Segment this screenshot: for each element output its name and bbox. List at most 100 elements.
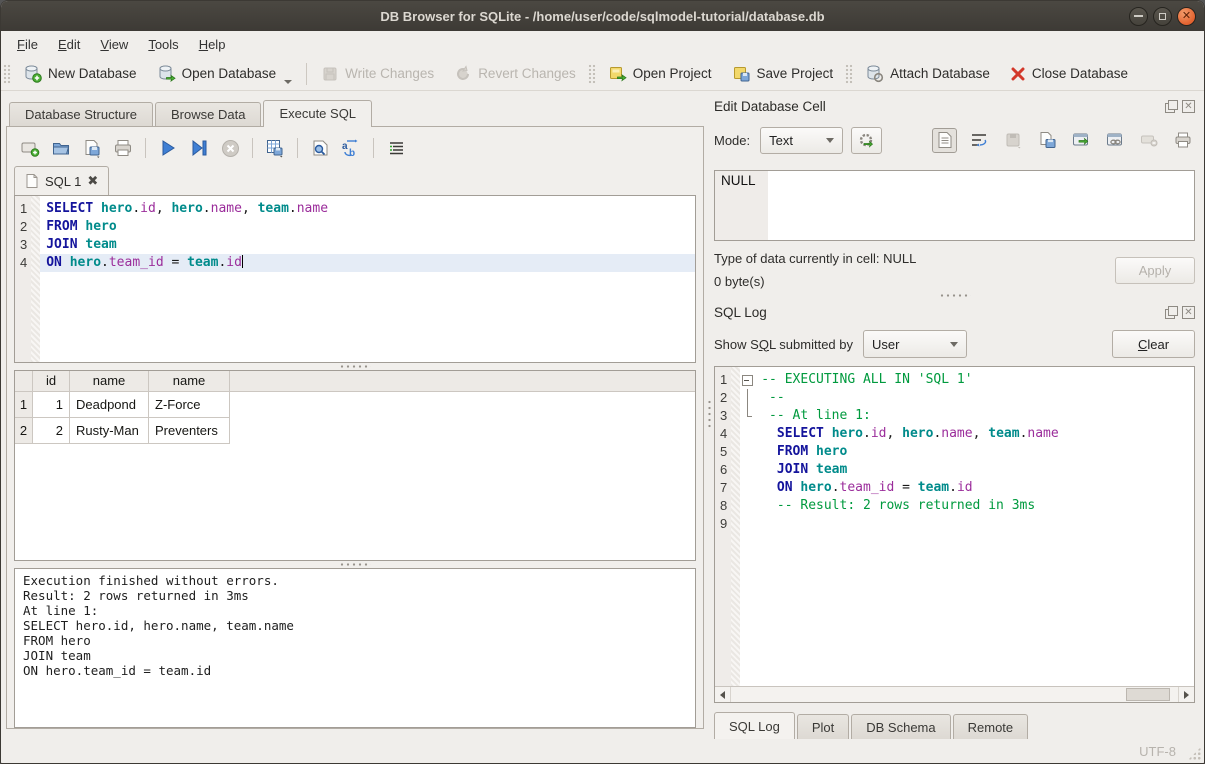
toolbar-grip[interactable] bbox=[3, 64, 11, 84]
left-pane: Database Structure Browse Data Execute S… bbox=[1, 91, 704, 739]
submitted-by-select[interactable]: User bbox=[863, 330, 967, 358]
scroll-left-arrow[interactable] bbox=[715, 687, 731, 702]
splitter-editor-results[interactable] bbox=[7, 363, 703, 370]
tab-database-structure[interactable]: Database Structure bbox=[9, 102, 153, 126]
results-col-name1[interactable]: name bbox=[70, 371, 149, 391]
sql1-tab[interactable]: SQL 1 ✖ bbox=[14, 166, 109, 195]
execute-current-line-icon[interactable] bbox=[188, 137, 210, 159]
resize-grip[interactable] bbox=[1188, 747, 1201, 760]
log-horizontal-scrollbar[interactable] bbox=[715, 686, 1194, 702]
tab-plot[interactable]: Plot bbox=[797, 714, 849, 739]
execution-message-area[interactable]: Execution finished without errors. Resul… bbox=[14, 568, 696, 728]
results-rows: 11DeadpondZ-Force22Rusty-ManPreventers bbox=[15, 392, 695, 444]
undock-log-panel-icon[interactable] bbox=[1165, 306, 1178, 319]
sql-file-icon bbox=[25, 173, 39, 189]
undock-panel-icon[interactable] bbox=[1165, 100, 1178, 113]
tab-browse-data[interactable]: Browse Data bbox=[155, 102, 261, 126]
sql-code-line[interactable]: JOIN team bbox=[40, 236, 695, 254]
main-content: Database Structure Browse Data Execute S… bbox=[1, 91, 1204, 739]
cell-value-editor[interactable]: NULL bbox=[714, 170, 1195, 241]
menu-edit[interactable]: Edit bbox=[48, 33, 90, 56]
sql-log-area[interactable]: 123456789 -- EXECUTING ALL IN 'SQL 1' --… bbox=[714, 366, 1195, 703]
scroll-right-arrow[interactable] bbox=[1178, 687, 1194, 702]
fold-marker-icon[interactable] bbox=[740, 371, 755, 389]
format-sql-icon[interactable] bbox=[385, 137, 407, 159]
minimize-button[interactable] bbox=[1129, 7, 1148, 26]
splitter-cell-log[interactable] bbox=[714, 289, 1195, 301]
execute-all-icon[interactable] bbox=[157, 137, 179, 159]
menu-help[interactable]: Help bbox=[189, 33, 236, 56]
close-database-button[interactable]: Close Database bbox=[1000, 59, 1138, 89]
splitter-results-log[interactable] bbox=[7, 561, 703, 568]
sql-code-line[interactable]: SELECT hero.id, hero.name, team.name bbox=[40, 200, 695, 218]
find-icon[interactable] bbox=[309, 137, 331, 159]
export-data-icon[interactable] bbox=[1034, 128, 1059, 153]
save-sql-file-icon[interactable] bbox=[81, 137, 103, 159]
open-database-dropdown-arrow[interactable] bbox=[284, 80, 292, 84]
open-sql-file-icon[interactable] bbox=[50, 137, 72, 159]
editor-line-numbers: 1234 bbox=[15, 196, 31, 362]
show-sql-label: Show SQL submitted by bbox=[714, 337, 853, 352]
print-icon[interactable] bbox=[112, 137, 134, 159]
sql-code-line[interactable]: ON hero.team_id = team.id bbox=[40, 254, 695, 272]
editor-code[interactable]: SELECT hero.id, hero.name, team.nameFROM… bbox=[40, 196, 695, 362]
menu-tools[interactable]: Tools bbox=[138, 33, 188, 56]
clear-log-button[interactable]: Clear bbox=[1112, 330, 1195, 358]
write-changes-button: Write Changes bbox=[311, 59, 444, 89]
table-row[interactable]: 22Rusty-ManPreventers bbox=[15, 418, 695, 444]
print-cell-icon[interactable] bbox=[1170, 128, 1195, 153]
tab-db-schema[interactable]: DB Schema bbox=[851, 714, 950, 739]
close-tab-icon[interactable]: ✖ bbox=[87, 173, 98, 189]
table-row[interactable]: 11DeadpondZ-Force bbox=[15, 392, 695, 418]
open-project-button[interactable]: Open Project bbox=[598, 59, 722, 89]
execute-sql-panel: ab SQL 1 ✖ bbox=[6, 126, 704, 729]
close-database-icon bbox=[1010, 66, 1026, 82]
scrollbar-thumb[interactable] bbox=[1126, 688, 1170, 701]
tab-remote[interactable]: Remote bbox=[953, 714, 1029, 739]
log-line bbox=[755, 515, 1194, 533]
log-fold-margin[interactable] bbox=[740, 367, 755, 686]
splitter-main-vertical[interactable] bbox=[704, 91, 714, 739]
encoding-indicator[interactable]: UTF-8 bbox=[1139, 744, 1176, 759]
word-wrap-icon[interactable] bbox=[966, 128, 991, 153]
main-tab-bar: Database Structure Browse Data Execute S… bbox=[9, 100, 704, 126]
text-mode-icon[interactable] bbox=[932, 128, 957, 153]
log-line: ON hero.team_id = team.id bbox=[755, 479, 1194, 497]
menu-view[interactable]: View bbox=[90, 33, 138, 56]
tab-execute-sql[interactable]: Execute SQL bbox=[263, 100, 372, 127]
maximize-button[interactable] bbox=[1153, 7, 1172, 26]
results-col-name2[interactable]: name bbox=[149, 371, 230, 391]
save-project-button[interactable]: Save Project bbox=[722, 59, 844, 89]
close-button[interactable]: ✕ bbox=[1177, 7, 1196, 26]
toolbar-grip[interactable] bbox=[588, 64, 596, 84]
cell-mode-row: Mode: Text bbox=[714, 125, 1195, 155]
close-log-panel-icon[interactable]: ✕ bbox=[1182, 306, 1195, 319]
svg-text:b: b bbox=[349, 148, 355, 158]
save-results-icon[interactable] bbox=[264, 137, 286, 159]
sql-editor-toolbar: ab bbox=[7, 127, 703, 165]
attach-database-button[interactable]: Attach Database bbox=[855, 59, 1000, 89]
menu-file[interactable]: File bbox=[7, 33, 48, 56]
tab-sql-log[interactable]: SQL Log bbox=[714, 712, 795, 739]
new-sql-tab-icon[interactable] bbox=[19, 137, 41, 159]
find-replace-icon[interactable]: ab bbox=[340, 137, 362, 159]
auto-switch-mode-button[interactable] bbox=[851, 127, 882, 154]
log-line: -- EXECUTING ALL IN 'SQL 1' bbox=[755, 371, 1194, 389]
mode-select[interactable]: Text bbox=[760, 127, 843, 154]
sql-code-line[interactable]: FROM hero bbox=[40, 218, 695, 236]
open-database-button[interactable]: Open Database bbox=[147, 59, 303, 89]
sql-editor[interactable]: 1234 SELECT hero.id, hero.name, team.nam… bbox=[14, 195, 696, 363]
scrollbar-track[interactable] bbox=[731, 687, 1178, 702]
link-cell-icon[interactable] bbox=[1102, 128, 1127, 153]
edit-cell-header: Edit Database Cell ✕ bbox=[714, 95, 1195, 117]
close-panel-icon[interactable]: ✕ bbox=[1182, 100, 1195, 113]
toolbar-grip[interactable] bbox=[845, 64, 853, 84]
statusbar: UTF-8 bbox=[1, 739, 1204, 763]
results-col-id[interactable]: id bbox=[33, 371, 70, 391]
apply-button: Apply bbox=[1115, 257, 1195, 284]
results-grid[interactable]: id name name 11DeadpondZ-Force22Rusty-Ma… bbox=[14, 370, 696, 561]
new-database-button[interactable]: New Database bbox=[13, 59, 147, 89]
edit-cell-title: Edit Database Cell bbox=[714, 99, 826, 114]
log-code[interactable]: -- EXECUTING ALL IN 'SQL 1' -- -- At lin… bbox=[755, 367, 1194, 686]
open-in-external-icon[interactable] bbox=[1068, 128, 1093, 153]
